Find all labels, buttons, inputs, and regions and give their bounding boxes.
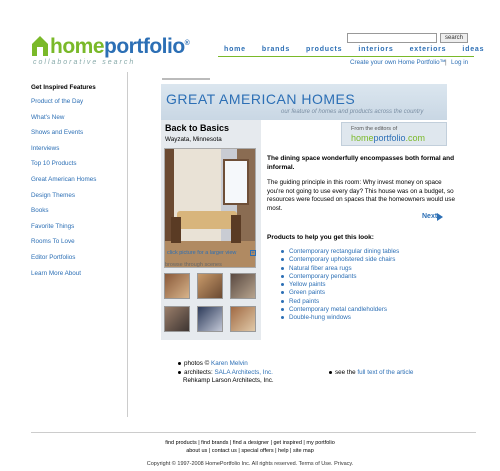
scene-title: Back to Basics bbox=[165, 123, 230, 133]
create-portfolio-link[interactable]: Create your own Home Portfolio™ bbox=[350, 59, 446, 66]
photo-chair bbox=[231, 215, 241, 243]
product-link[interactable]: Double-hung windows bbox=[281, 314, 399, 322]
homeportfolio-logo[interactable]: homeportfolio® collaborative search bbox=[31, 35, 201, 67]
article-headline: The dining space wonderfully encompasses… bbox=[267, 155, 455, 171]
product-list: Contemporary rectangular dining tables C… bbox=[281, 248, 399, 323]
article-body: The guiding principle in this room: Why … bbox=[267, 179, 455, 213]
scene-location: Wayzata, Minnesota bbox=[165, 136, 222, 143]
footer-links-primary[interactable]: find products | find brands | find a des… bbox=[0, 440, 500, 446]
photographer-link[interactable]: Karen Melvin bbox=[211, 360, 248, 367]
credits: photos © Karen Melvin architects: SALA A… bbox=[178, 360, 338, 386]
architect-link[interactable]: SALA Architects, Inc. bbox=[214, 369, 272, 376]
scene-thumbnail[interactable] bbox=[197, 273, 223, 299]
product-link[interactable]: Natural fiber area rugs bbox=[281, 265, 399, 273]
search-button[interactable]: search bbox=[440, 33, 468, 43]
bullet-icon bbox=[329, 370, 332, 374]
login-link[interactable]: Log in bbox=[451, 59, 468, 66]
header-divider bbox=[218, 56, 474, 57]
sidebar-item-editor-portfolios[interactable]: Editor Portfolios bbox=[31, 254, 123, 261]
zoom-icon[interactable]: + bbox=[250, 250, 256, 256]
product-link[interactable]: Yellow paints bbox=[281, 281, 399, 289]
sidebar-item-whats-new[interactable]: What's New bbox=[31, 114, 123, 121]
nav-interiors[interactable]: interiors bbox=[358, 46, 393, 53]
editors-logo: homeportfolio.com bbox=[351, 133, 426, 143]
header-separator: | bbox=[445, 59, 447, 66]
feature-banner: GREAT AMERICAN HOMES our feature of home… bbox=[161, 84, 447, 120]
top-navigation: home brands products interiors exteriors… bbox=[224, 46, 484, 53]
sidebar-item-learn-more-about[interactable]: Learn More About bbox=[31, 270, 123, 277]
sidebar-item-rooms-to-love[interactable]: Rooms To Love bbox=[31, 238, 123, 245]
bullet-icon bbox=[178, 361, 181, 365]
search-input[interactable] bbox=[347, 33, 437, 43]
nav-exteriors[interactable]: exteriors bbox=[410, 46, 447, 53]
photo-credit: photos © Karen Melvin bbox=[178, 360, 338, 369]
sidebar-title: Get Inspired Features bbox=[31, 84, 96, 91]
scene-thumbnail[interactable] bbox=[230, 273, 256, 299]
footer-links-secondary[interactable]: about us | contact us | special offers |… bbox=[0, 448, 500, 454]
nav-brands[interactable]: brands bbox=[262, 46, 290, 53]
architect-credit-2: Rehkamp Larson Architects, Inc. bbox=[183, 377, 274, 385]
next-arrow-icon[interactable] bbox=[437, 213, 443, 221]
product-link[interactable]: Red paints bbox=[281, 298, 399, 306]
logo-wordmark: homeportfolio® bbox=[50, 35, 190, 58]
bullet-icon bbox=[178, 370, 181, 374]
sidebar-item-books[interactable]: Books bbox=[31, 207, 123, 214]
sidebar-divider bbox=[127, 72, 128, 417]
sidebar-item-design-themes[interactable]: Design Themes bbox=[31, 192, 123, 199]
editors-badge: From the editors of homeportfolio.com bbox=[341, 122, 447, 146]
small-breadcrumb-bar bbox=[162, 78, 210, 80]
sidebar-item-product-of-the-day[interactable]: Product of the Day bbox=[31, 98, 123, 105]
editors-from-label: From the editors of bbox=[351, 126, 398, 132]
copyright: Copyright © 1997-2008 HomePortfolio Inc.… bbox=[146, 461, 354, 467]
sidebar-item-great-american-homes[interactable]: Great American Homes bbox=[31, 176, 123, 183]
full-text-link[interactable]: full text of the article bbox=[357, 369, 413, 376]
scene-thumbnail[interactable] bbox=[197, 306, 223, 332]
footer-divider bbox=[31, 432, 476, 433]
next-link[interactable]: Next bbox=[422, 213, 437, 220]
scene-thumbnail[interactable] bbox=[164, 306, 190, 332]
sidebar-item-shows-and-events[interactable]: Shows and Events bbox=[31, 129, 123, 136]
sidebar-item-interviews[interactable]: Interviews bbox=[31, 145, 123, 152]
product-link[interactable]: Contemporary upholstered side chairs bbox=[281, 256, 399, 264]
sidebar: Get Inspired Features Product of the Day… bbox=[31, 84, 123, 285]
architect-credit: architects: SALA Architects, Inc. bbox=[178, 369, 338, 378]
products-title: Products to help you get this look: bbox=[267, 234, 374, 241]
sidebar-item-favorite-things[interactable]: Favorite Things bbox=[31, 223, 123, 230]
photo-chair bbox=[171, 217, 181, 243]
product-link[interactable]: Green paints bbox=[281, 289, 399, 297]
photo-table bbox=[177, 211, 237, 229]
scene-thumbnail[interactable] bbox=[230, 306, 256, 332]
logo-tagline: collaborative search bbox=[33, 59, 136, 66]
banner-subtitle: our feature of homes and products across… bbox=[281, 109, 424, 115]
larger-view-link[interactable]: click picture for a larger view bbox=[167, 250, 236, 256]
nav-home[interactable]: home bbox=[224, 46, 246, 53]
full-text-credit: see the full text of the article bbox=[329, 369, 413, 376]
nav-products[interactable]: products bbox=[306, 46, 342, 53]
browse-scenes-label: browse through scenes bbox=[165, 262, 222, 268]
nav-ideas[interactable]: ideas bbox=[462, 46, 484, 53]
product-link[interactable]: Contemporary rectangular dining tables bbox=[281, 248, 399, 256]
product-link[interactable]: Contemporary pendants bbox=[281, 273, 399, 281]
house-icon bbox=[32, 36, 48, 56]
product-link[interactable]: Contemporary metal candleholders bbox=[281, 306, 399, 314]
scene-card: Back to Basics Wayzata, Minnesota click … bbox=[161, 120, 261, 340]
sidebar-item-top-10-products[interactable]: Top 10 Products bbox=[31, 160, 123, 167]
photo-window bbox=[223, 159, 249, 205]
scene-thumbnail[interactable] bbox=[164, 273, 190, 299]
banner-title: GREAT AMERICAN HOMES bbox=[166, 91, 356, 107]
